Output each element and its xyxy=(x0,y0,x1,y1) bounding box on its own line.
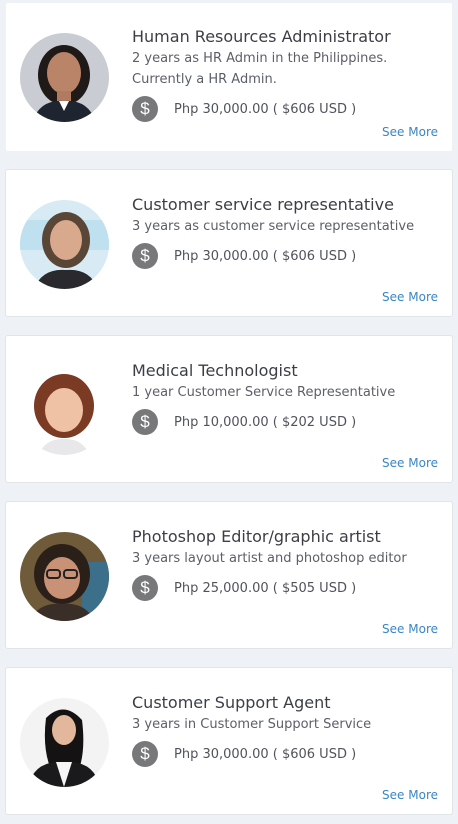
dollar-icon: $ xyxy=(132,575,158,601)
salary-text: Php 30,000.00 ( $606 USD ) xyxy=(174,248,357,264)
candidate-card[interactable]: Photoshop Editor/graphic artist 3 years … xyxy=(5,501,453,649)
salary-text: Php 30,000.00 ( $606 USD ) xyxy=(174,746,357,762)
salary-row: $ Php 25,000.00 ( $505 USD ) xyxy=(132,575,438,601)
avatar xyxy=(20,698,109,787)
salary-text: Php 10,000.00 ( $202 USD ) xyxy=(174,414,357,430)
dollar-icon: $ xyxy=(132,96,158,122)
see-more-link[interactable]: See More xyxy=(382,290,438,304)
salary-text: Php 30,000.00 ( $606 USD ) xyxy=(174,101,357,117)
candidate-card[interactable]: Customer Support Agent 3 years in Custom… xyxy=(5,667,453,815)
avatar xyxy=(20,532,109,621)
avatar xyxy=(20,366,109,455)
avatar xyxy=(20,200,109,289)
avatar xyxy=(20,33,109,122)
candidate-list: Human Resources Administrator 2 years as… xyxy=(0,0,458,824)
salary-text: Php 25,000.00 ( $505 USD ) xyxy=(174,580,357,596)
job-title: Medical Technologist xyxy=(132,361,298,380)
experience-description: 3 years in Customer Support Service xyxy=(132,717,372,732)
see-more-link[interactable]: See More xyxy=(382,622,438,636)
job-title: Photoshop Editor/graphic artist xyxy=(132,527,381,546)
job-title: Human Resources Administrator xyxy=(132,27,391,46)
experience-description: 2 years as HR Admin in the Philippines. … xyxy=(132,51,388,87)
see-more-link[interactable]: See More xyxy=(382,125,438,139)
see-more-link[interactable]: See More xyxy=(382,788,438,802)
candidate-card[interactable]: Medical Technologist 1 year Customer Ser… xyxy=(5,335,453,483)
candidate-card[interactable]: Customer service representative 3 years … xyxy=(5,169,453,317)
see-more-link[interactable]: See More xyxy=(382,456,438,470)
salary-row: $ Php 30,000.00 ( $606 USD ) xyxy=(132,741,438,767)
dollar-icon: $ xyxy=(132,243,158,269)
salary-row: $ Php 30,000.00 ( $606 USD ) xyxy=(132,243,438,269)
experience-description: 3 years as customer service representati… xyxy=(132,219,415,234)
job-title: Customer service representative xyxy=(132,195,394,214)
experience-description: 1 year Customer Service Representative xyxy=(132,385,396,400)
experience-description: 3 years layout artist and photoshop edit… xyxy=(132,551,407,566)
salary-row: $ Php 30,000.00 ( $606 USD ) xyxy=(132,96,438,122)
job-title: Customer Support Agent xyxy=(132,693,331,712)
dollar-icon: $ xyxy=(132,409,158,435)
salary-row: $ Php 10,000.00 ( $202 USD ) xyxy=(132,409,438,435)
candidate-card[interactable]: Human Resources Administrator 2 years as… xyxy=(5,2,453,152)
dollar-icon: $ xyxy=(132,741,158,767)
